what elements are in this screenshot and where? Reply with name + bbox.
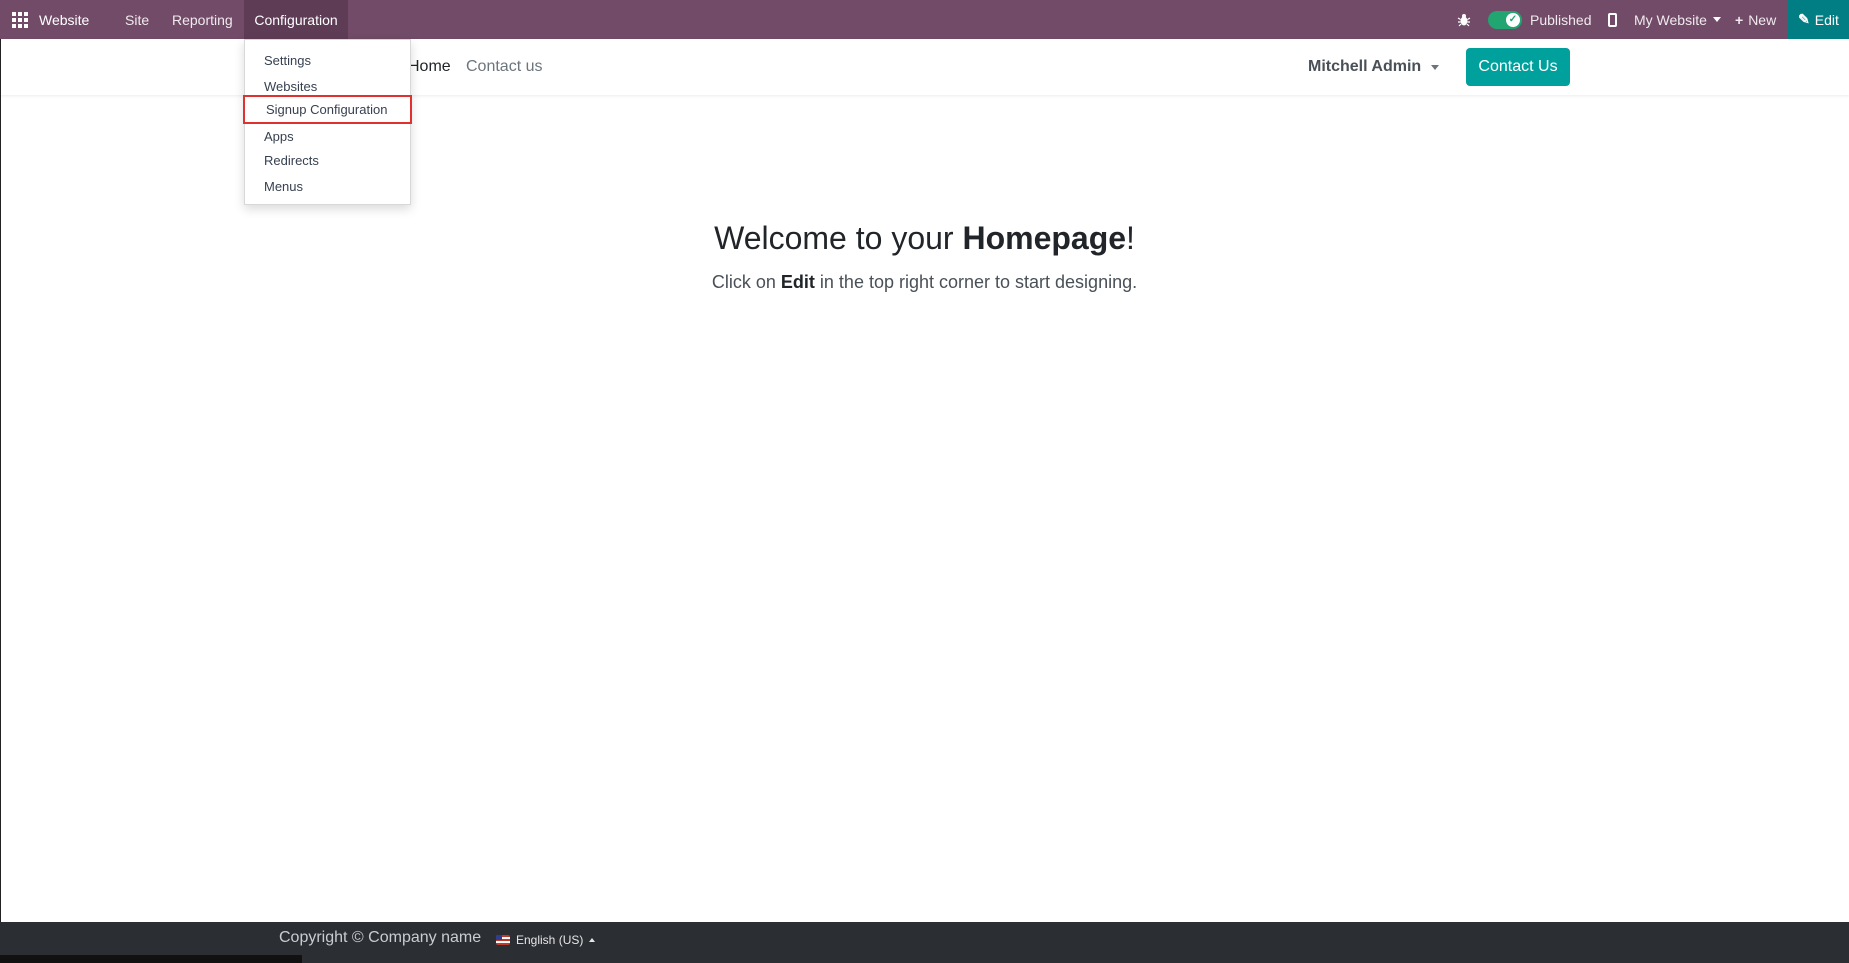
caret-down-icon (1431, 64, 1440, 70)
contact-us-button[interactable]: Contact Us (1466, 48, 1570, 86)
user-name: Mitchell Admin (1308, 58, 1422, 75)
published-label[interactable]: Published (1530, 0, 1592, 39)
copyright-text: Copyright © Company name (279, 929, 482, 946)
user-menu[interactable]: Mitchell Admin (1308, 39, 1440, 95)
welcome-suffix: ! (1126, 220, 1135, 256)
status-bar (0, 955, 302, 963)
menu-configuration[interactable]: Configuration (244, 0, 348, 39)
subtitle-edit-word: Edit (780, 272, 815, 292)
window-edge (0, 39, 1, 922)
caret-up-icon (589, 938, 596, 942)
mobile-preview-icon[interactable] (1606, 0, 1618, 39)
plus-icon: + (1735, 11, 1744, 28)
welcome-prefix: Welcome to your (714, 220, 963, 256)
debug-bug-icon[interactable] (1456, 0, 1472, 39)
welcome-subtitle: Click on Edit in the top right corner to… (0, 272, 1849, 293)
dropdown-item-settings[interactable]: Settings (245, 48, 410, 72)
menu-reporting[interactable]: Reporting (172, 0, 233, 39)
welcome-bold: Homepage (962, 220, 1127, 256)
subtitle-suffix: in the top right corner to start designi… (814, 272, 1138, 292)
dropdown-item-apps[interactable]: Apps (245, 124, 410, 148)
website-switcher-label: My Website (1634, 11, 1707, 28)
new-content-button[interactable]: + New (1735, 0, 1776, 39)
edit-button-label: Edit (1814, 11, 1839, 28)
website-editor-screen: Website Site Reporting Configuration ✓ P… (0, 0, 1849, 963)
configuration-dropdown: Settings Websites Signup Configuration A… (243, 39, 412, 205)
check-icon: ✓ (1506, 12, 1520, 27)
pencil-icon: ✎ (1798, 11, 1810, 27)
dropdown-item-signup-configuration[interactable]: Signup Configuration (243, 95, 412, 124)
admin-navbar: Website Site Reporting Configuration ✓ P… (0, 0, 1849, 39)
caret-down-icon (1712, 17, 1721, 22)
apps-menu-icon[interactable] (12, 0, 28, 39)
dropdown-item-menus[interactable]: Menus (245, 174, 410, 198)
edit-button[interactable]: ✎ Edit (1788, 0, 1849, 39)
nav-contact-us[interactable]: Contact us (466, 39, 542, 95)
subtitle-prefix: Click on (711, 272, 781, 292)
dropdown-item-redirects[interactable]: Redirects (245, 148, 410, 172)
website-switcher[interactable]: My Website (1634, 0, 1721, 39)
app-brand[interactable]: Website (39, 0, 89, 39)
language-selector[interactable]: English (US) (496, 932, 596, 948)
us-flag-icon (496, 935, 510, 945)
new-content-label: New (1748, 11, 1777, 28)
menu-site[interactable]: Site (125, 0, 149, 39)
nav-home[interactable]: Home (408, 39, 451, 95)
language-label: English (US) (516, 933, 584, 947)
welcome-heading: Welcome to your Homepage! (0, 220, 1849, 257)
published-toggle[interactable]: ✓ (1488, 0, 1522, 39)
